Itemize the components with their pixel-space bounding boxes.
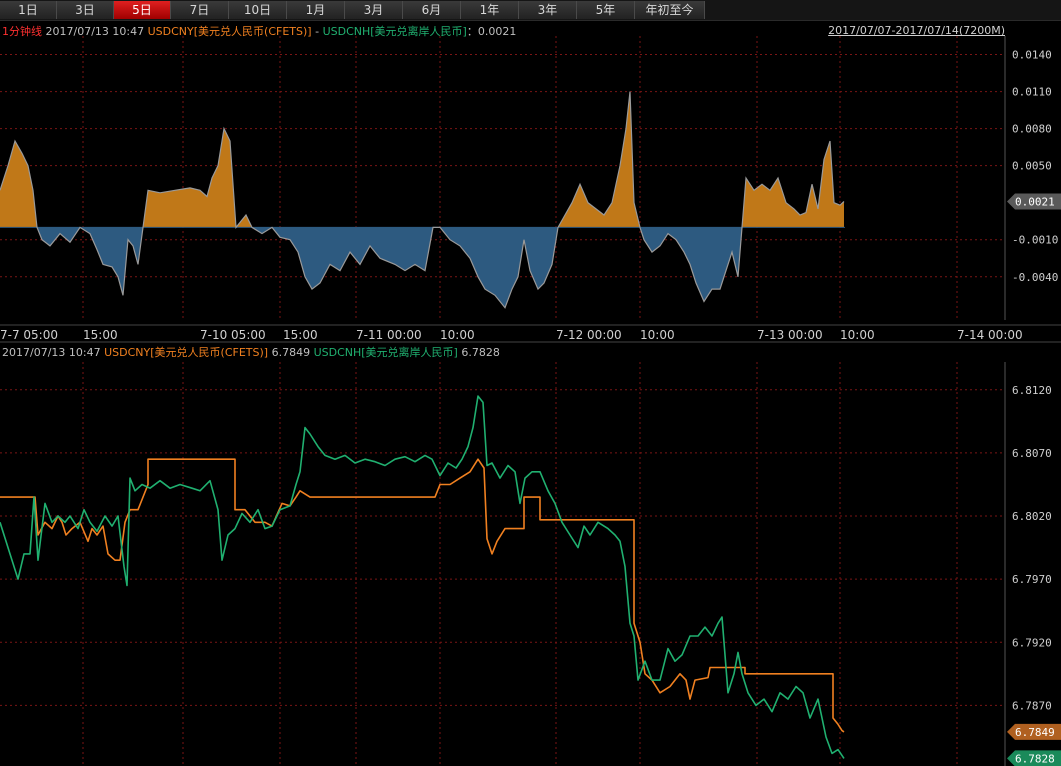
price-y-tick-label: 6.8020 — [1012, 510, 1052, 523]
x-tick-label: 7-12 00:00 — [556, 328, 622, 342]
spread-y-tick-label: -0.0040 — [1012, 271, 1058, 284]
series-line-usdcny — [0, 458, 845, 733]
spread-current-value-text: 0.0021 — [1015, 195, 1055, 208]
x-tick-label: 10:00 — [840, 328, 875, 342]
spread-negative-area — [36, 227, 743, 308]
chart-canvas[interactable]: 0.0140 0.0110 0.0080 0.0050 -0.0010 -0.0040 0.… — [0, 0, 1061, 766]
x-tick-label: 7-11 00:00 — [356, 328, 422, 342]
spread-y-tick-label: 0.0080 — [1012, 123, 1052, 136]
price-y-tick-label: 6.8120 — [1012, 384, 1052, 397]
spread-y-tick-label: 0.0050 — [1012, 160, 1052, 173]
spread-y-tick-label: -0.0010 — [1012, 234, 1058, 247]
x-tick-label: 15:00 — [83, 328, 118, 342]
series-line-usdcnh — [0, 395, 845, 759]
x-tick-label: 10:00 — [640, 328, 675, 342]
price-y-tick-label: 6.7970 — [1012, 573, 1052, 586]
x-tick-label: 10:00 — [440, 328, 475, 342]
spread-y-tick-label: 0.0110 — [1012, 86, 1052, 99]
price-y-tick-label: 6.7870 — [1012, 699, 1052, 712]
usdcny-last-value-text: 6.7849 — [1015, 726, 1055, 739]
price-y-tick-label: 6.8070 — [1012, 447, 1052, 460]
usdcnh-last-value-text: 6.7828 — [1015, 752, 1055, 765]
x-tick-label: 15:00 — [283, 328, 318, 342]
x-tick-label: 7-14 00:00 — [957, 328, 1023, 342]
price-y-tick-label: 6.7920 — [1012, 636, 1052, 649]
x-tick-label: 7-7 05:00 — [0, 328, 58, 342]
spread-y-tick-label: 0.0140 — [1012, 49, 1052, 62]
x-tick-label: 7-10 05:00 — [200, 328, 266, 342]
x-tick-label: 7-13 00:00 — [757, 328, 823, 342]
